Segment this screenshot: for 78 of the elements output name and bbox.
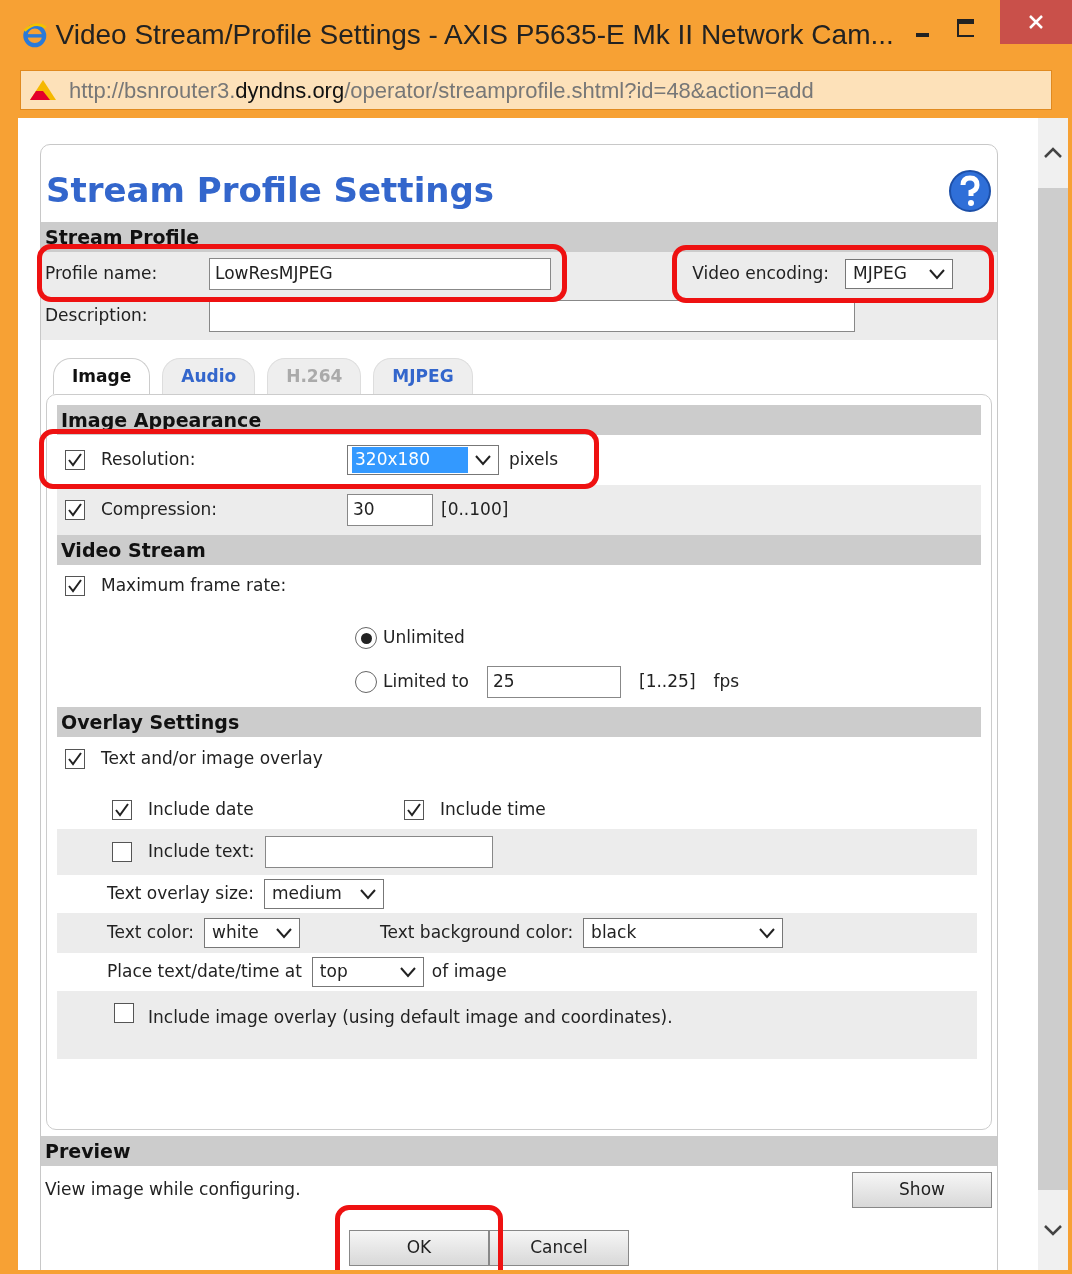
dropdown[interactable]: top <box>311 957 424 987</box>
browser-icon <box>22 20 48 50</box>
minimize-icon[interactable] <box>915 33 930 37</box>
radio-button[interactable] <box>355 627 377 649</box>
text-field[interactable] <box>264 836 493 868</box>
chevron-down-icon <box>928 268 946 280</box>
scroll-down-icon[interactable] <box>1043 1224 1063 1236</box>
window-title: Video Stream/Profile Settings - AXIS P5635-E Mk II Network Cam... <box>55 18 894 52</box>
label: Include text: <box>148 840 255 864</box>
close-icon <box>1028 14 1045 30</box>
checkbox[interactable] <box>65 749 85 769</box>
close-button[interactable] <box>1000 0 1072 44</box>
help-icon[interactable] <box>948 168 992 213</box>
page-heading: Stream Profile Settings <box>46 169 495 212</box>
description-text: View image while configuring. <box>45 1178 301 1202</box>
dialog-button[interactable]: Cancel <box>489 1230 629 1266</box>
dropdown[interactable]: white <box>204 918 301 948</box>
text-field[interactable]: LowResMJPEG <box>209 258 551 290</box>
section-header: Overlay Settings <box>57 707 981 737</box>
checkbox[interactable] <box>112 842 132 862</box>
label: Include time <box>440 798 546 822</box>
checkbox[interactable] <box>112 800 132 820</box>
label: Compression: <box>101 498 219 522</box>
chevron-down-icon <box>398 966 417 978</box>
checkbox[interactable] <box>65 450 85 470</box>
chevron-down-icon <box>275 927 294 939</box>
label: Unlimited <box>383 626 466 650</box>
tab[interactable]: Audio <box>162 358 256 394</box>
label: Include date <box>148 798 255 822</box>
chevron-down-icon <box>474 454 492 466</box>
tab[interactable]: Image <box>53 358 151 394</box>
number-field[interactable]: 25 <box>487 666 621 698</box>
tab[interactable]: MJPEG <box>373 358 473 394</box>
dropdown[interactable]: black <box>583 918 784 948</box>
maximize-icon[interactable] <box>957 19 975 37</box>
label: Description: <box>45 304 149 328</box>
label: Text color: <box>107 921 195 945</box>
label: Video encoding: <box>692 262 829 286</box>
label: [1..25] <box>639 670 696 694</box>
check-icon <box>406 802 422 818</box>
dropdown[interactable]: MJPEG <box>845 259 953 289</box>
checkbox[interactable] <box>65 500 85 520</box>
checkbox[interactable] <box>65 576 85 596</box>
check-icon <box>114 802 130 818</box>
checkbox[interactable] <box>404 800 424 820</box>
radio-button[interactable] <box>355 671 377 693</box>
label: [0..100] <box>441 498 509 522</box>
address-bar[interactable]: http://bsnrouter3.dyndns.org/operator/streamprofile.shtml?id=48&action=add <box>20 70 1052 110</box>
url-text: http://bsnrouter3.dyndns.org/operator/streamprofile.shtml?id=48&action=add <box>69 76 814 105</box>
chevron-down-icon <box>359 888 377 900</box>
label: of image <box>431 960 507 984</box>
label: Maximum frame rate: <box>101 574 287 598</box>
check-icon <box>67 502 83 518</box>
label: Profile name: <box>45 262 159 286</box>
check-icon <box>67 751 83 767</box>
dialog-button[interactable]: OK <box>349 1230 489 1266</box>
label: fps <box>713 670 740 694</box>
dropdown[interactable]: medium <box>264 879 384 909</box>
section-header: Preview <box>41 1136 997 1166</box>
text-field[interactable] <box>209 300 855 332</box>
label: Include image overlay (using default image and coordinates). <box>148 1006 673 1029</box>
scrollbar[interactable] <box>1038 118 1068 1270</box>
show-button[interactable]: Show <box>852 1172 992 1208</box>
label: Text background color: <box>380 921 574 945</box>
scroll-up-icon[interactable] <box>1043 147 1063 159</box>
check-icon <box>67 452 83 468</box>
label: Resolution: <box>101 448 197 472</box>
label: Place text/date/time at <box>107 960 302 984</box>
chevron-down-icon <box>758 927 777 939</box>
label: Text overlay size: <box>107 882 254 906</box>
label: Text and/or image overlay <box>101 747 323 771</box>
section-header: Video Stream <box>57 535 981 565</box>
check-icon <box>67 578 83 594</box>
label: pixels <box>509 448 559 472</box>
warning-icon <box>29 79 57 101</box>
checkbox[interactable] <box>114 1003 134 1023</box>
number-field[interactable]: 30 <box>347 494 433 526</box>
label: Limited to <box>383 670 470 694</box>
